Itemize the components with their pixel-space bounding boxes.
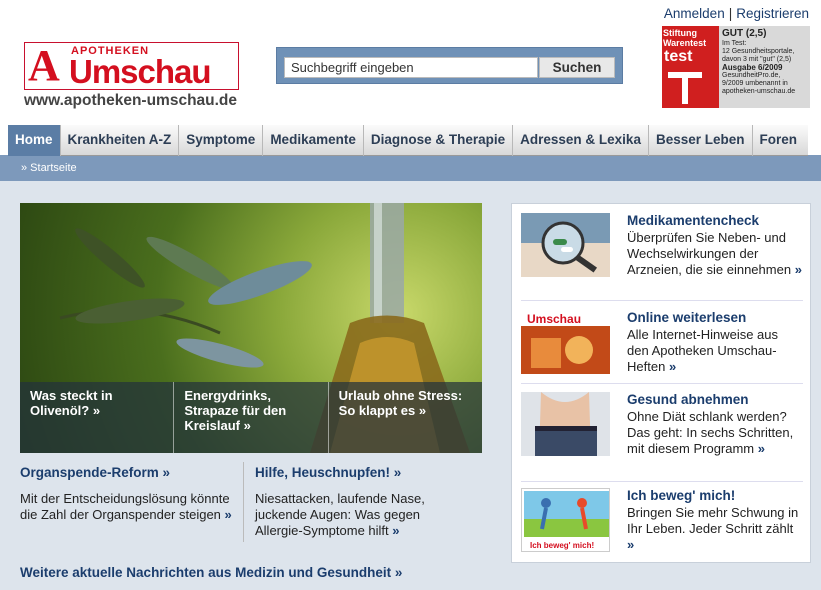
news-title-link[interactable]: Organspende-Reform »: [20, 465, 235, 480]
nav-symptome[interactable]: Symptome: [179, 125, 264, 156]
nav-diagnose-therapie[interactable]: Diagnose & Therapie: [364, 125, 514, 156]
logo-title: Umschau: [69, 53, 212, 90]
register-link[interactable]: Registrieren: [736, 6, 809, 21]
search-button[interactable]: Suchen: [539, 57, 615, 78]
thumb-label: Ich beweg' mich!: [530, 541, 594, 550]
teaser-title: Medikamentencheck: [627, 213, 760, 228]
hero-link-urlaub[interactable]: Urlaub ohne Stress: So klappt es »: [328, 382, 482, 453]
news-title-link[interactable]: Hilfe, Heuschnupfen! »: [255, 465, 470, 480]
teaser-title: Online weiterlesen: [627, 310, 747, 325]
link-separator: |: [728, 6, 733, 21]
teaser-online-weiterlesen[interactable]: Umschau Online weiterlesen Alle Internet…: [521, 310, 803, 384]
search-bar: Suchen: [276, 47, 623, 84]
badge-brand1: Stiftung: [663, 28, 697, 38]
site-logo[interactable]: A APOTHEKEN Umschau: [24, 42, 239, 90]
warentest-logo: Stiftung Warentest test: [662, 26, 719, 108]
hero-link-energydrinks[interactable]: Energydrinks, Strapaze für den Kreislauf…: [174, 382, 329, 453]
badge-brand2: Warentest: [663, 38, 707, 48]
magazine-covers-image: Umschau: [521, 310, 610, 374]
more-news-link[interactable]: Weitere aktuelle Nachrichten aus Medizin…: [20, 565, 402, 580]
badge-details: GUT (2,5) Im Test: 12 Gesundheitsportale…: [722, 28, 808, 96]
nav-home[interactable]: Home: [8, 125, 61, 156]
magnifier-pills-image: [521, 213, 610, 277]
pharmacy-a-logo-icon: A: [28, 41, 60, 90]
walking-people-image: Ich beweg' mich!: [521, 488, 610, 552]
search-input[interactable]: [284, 57, 538, 78]
nav-medikamente[interactable]: Medikamente: [263, 125, 364, 156]
news-item: Hilfe, Heuschnupfen! » Niesattacken, lau…: [255, 465, 470, 539]
teaser-ich-beweg-mich[interactable]: Ich beweg' mich! Ich beweg' mich! Bringe…: [521, 488, 803, 556]
hero-teaser[interactable]: Was steckt in Olivenöl? » Energydrinks, …: [20, 203, 482, 453]
account-links: Anmelden | Registrieren: [664, 6, 809, 21]
news-divider: [243, 462, 244, 542]
nav-adressen-lexika[interactable]: Adressen & Lexika: [513, 125, 649, 156]
news-more-link[interactable]: »: [225, 507, 232, 522]
teaser-medikamentencheck[interactable]: Medikamentencheck Überprüfen Sie Neben- …: [521, 213, 803, 301]
olive-leaves-image: [59, 228, 312, 368]
nav-krankheiten[interactable]: Krankheiten A-Z: [61, 125, 180, 156]
badge-test-label: test: [664, 48, 693, 65]
main-navigation: Home Krankheiten A-Z Symptome Medikament…: [8, 125, 808, 156]
badge-grade: GUT (2,5): [722, 28, 767, 39]
teaser-title: Gesund abnehmen: [627, 392, 749, 407]
news-more-link[interactable]: »: [392, 523, 399, 538]
teaser-gesund-abnehmen[interactable]: Gesund abnehmen Ohne Diät schlank werden…: [521, 392, 803, 482]
teaser-title: Ich beweg' mich!: [627, 488, 736, 503]
login-link[interactable]: Anmelden: [664, 6, 725, 21]
stiftung-warentest-badge[interactable]: Stiftung Warentest test GUT (2,5) Im Test…: [662, 26, 810, 108]
hero-link-olivenoel[interactable]: Was steckt in Olivenöl? »: [20, 382, 175, 453]
nav-foren[interactable]: Foren: [753, 125, 805, 156]
waist-measurement-image: [521, 392, 610, 456]
thumb-label: Umschau: [527, 312, 581, 326]
nav-besser-leben[interactable]: Besser Leben: [649, 125, 753, 156]
site-url: www.apotheken-umschau.de: [24, 92, 238, 109]
hero-captions: Was steckt in Olivenöl? » Energydrinks, …: [20, 382, 482, 453]
news-text: Mit der Entscheidungslösung könnte die Z…: [20, 491, 230, 522]
sidebar-teasers: Medikamentencheck Überprüfen Sie Neben- …: [511, 203, 811, 563]
breadcrumb[interactable]: » Startseite: [21, 162, 77, 174]
news-item: Organspende-Reform » Mit der Entscheidun…: [20, 465, 235, 523]
